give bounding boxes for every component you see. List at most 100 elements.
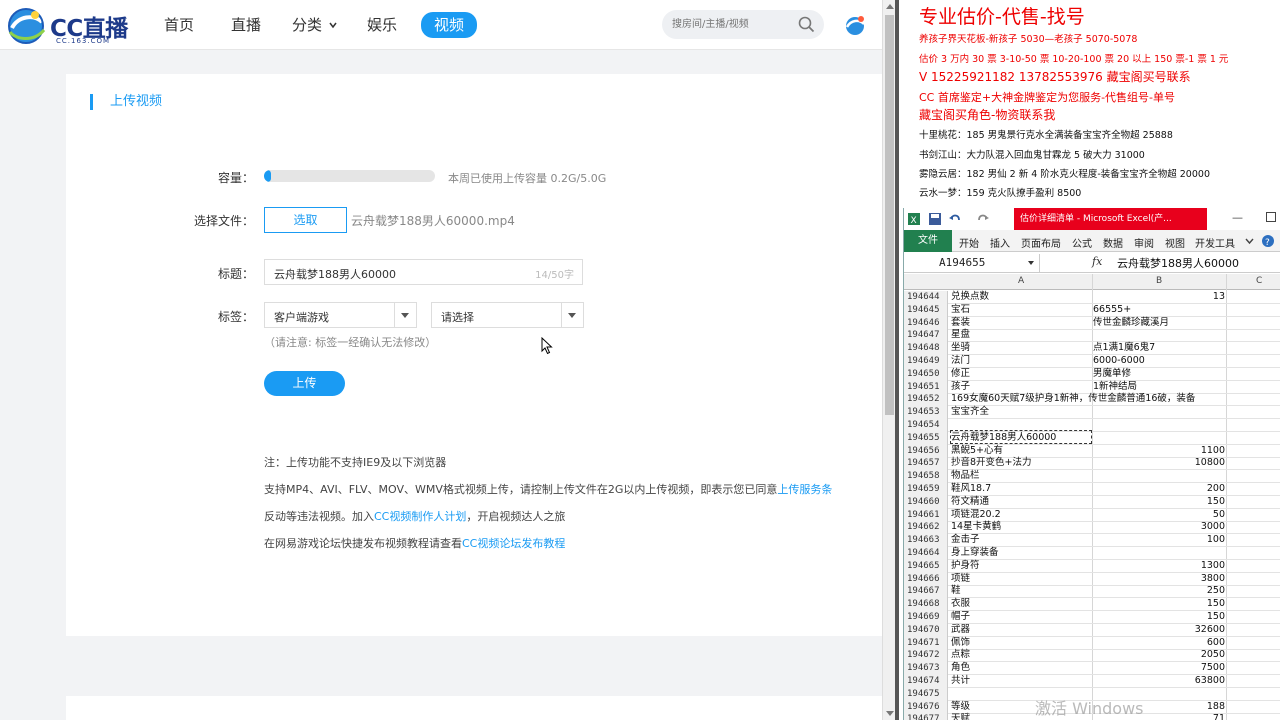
table-row[interactable]: 194671 佩饰 600 [904,636,1280,650]
scroll-up-icon[interactable] [886,4,894,9]
nav-category[interactable]: 分类 [292,14,337,36]
cell-a[interactable]: 金击子 [951,534,980,546]
cell-a[interactable]: 宝宝齐全 [951,406,989,418]
row-number[interactable]: 194671 [904,636,948,650]
cell-b[interactable]: 150 [1093,611,1225,623]
cell-a[interactable]: 套装 [951,317,970,329]
upload-terms-link[interactable]: 上传服务条 [777,483,832,496]
video-title-input[interactable]: 云舟载梦188男人60000 14/50字 [264,259,583,285]
row-number[interactable]: 194655 [904,431,948,445]
cell-a[interactable]: 天赋 [951,713,970,720]
cell-b[interactable]: 3800 [1093,573,1225,585]
table-row[interactable]: 194662 14星卡黄鹤 3000 [904,521,1280,535]
cell-a[interactable]: 法门 [951,355,970,367]
cell-b[interactable]: 6000-6000 [1093,355,1225,367]
row-number[interactable]: 194677 [904,713,948,720]
maximize-icon[interactable] [1266,212,1276,222]
table-row[interactable]: 194645 宝石 66555+ [904,303,1280,317]
search-input[interactable] [672,15,794,34]
cc-logo[interactable]: CC直播 CC.163.COM [6,5,136,45]
cell-b[interactable]: 点1满1魔6鬼7 [1093,342,1225,354]
ribbon-tab-view[interactable]: 视图 [1165,235,1185,250]
cell-a[interactable]: 身上穿装备 [951,547,999,559]
cell-a[interactable]: 项链 [951,573,970,585]
cell-b[interactable]: 1新神结局 [1093,381,1225,393]
table-row[interactable]: 194648 坐骑 点1满1魔6鬼7 [904,342,1280,356]
row-number[interactable]: 194657 [904,457,948,471]
row-number[interactable]: 194651 [904,380,948,394]
table-row[interactable]: 194649 法门 6000-6000 [904,355,1280,368]
row-number[interactable]: 194673 [904,662,948,676]
nav-home[interactable]: 首页 [164,14,194,36]
ribbon-tab-data[interactable]: 数据 [1103,235,1123,250]
row-number[interactable]: 194670 [904,623,948,637]
row-number[interactable]: 194644 [904,291,948,304]
ribbon-collapse-icon[interactable] [1245,237,1254,245]
row-number[interactable]: 194659 [904,483,948,496]
cell-a[interactable]: 抄音8开变色+法力 [951,457,1032,469]
cell-b[interactable]: 200 [1093,483,1225,495]
row-number[interactable]: 194662 [904,521,948,535]
row-number[interactable]: 194669 [904,611,948,624]
row-number[interactable]: 194664 [904,547,948,560]
ribbon-tab-formulas[interactable]: 公式 [1072,235,1092,250]
upload-button[interactable]: 上传 [264,371,345,396]
cell-b[interactable]: 150 [1093,598,1225,610]
column-header-c[interactable]: C [1256,276,1262,286]
cell-a[interactable]: 共计 [951,675,970,687]
table-row[interactable]: 194657 抄音8开变色+法力 10800 [904,457,1280,471]
ribbon-tab-developer[interactable]: 开发工具 [1195,235,1235,250]
search-icon[interactable] [798,16,815,33]
cell-a[interactable]: 鞋风18.7 [951,483,991,495]
tag-select-primary[interactable]: 客户端游戏 [264,302,417,328]
ribbon-tab-file[interactable]: 文件 [904,230,952,252]
table-row[interactable]: 194665 护身符 1300 [904,559,1280,573]
row-number[interactable]: 194660 [904,495,948,509]
cell-a[interactable]: 佩饰 [951,637,970,649]
cell-a[interactable]: 护身符 [951,560,980,572]
table-row[interactable]: 194644 兑换点数 13 [904,291,1280,304]
scrollbar-thumb[interactable] [885,15,894,415]
table-row[interactable]: 194651 孩子 1新神结局 [904,380,1280,394]
table-row[interactable]: 194670 武器 32600 [904,623,1280,637]
row-number[interactable]: 194663 [904,534,948,548]
table-row[interactable]: 194646 套装 传世金麟珍藏溪月 [904,316,1280,330]
row-number[interactable]: 194656 [904,444,948,458]
table-row[interactable]: 194660 符文精通 150 [904,495,1280,509]
cell-b[interactable]: 3000 [1093,521,1225,533]
cell-a[interactable]: 帽子 [951,611,970,623]
cell-a[interactable]: 星盘 [951,329,970,341]
table-row[interactable]: 194666 项链 3800 [904,572,1280,586]
cell-b[interactable]: 1300 [1093,560,1225,572]
cell-a[interactable]: 孩子 [951,381,970,393]
cell-b[interactable]: 100 [1093,534,1225,546]
name-box[interactable]: A194655 [904,254,1040,272]
cell-b[interactable]: 7500 [1093,662,1225,674]
ribbon-tab-insert[interactable]: 插入 [990,235,1010,250]
cell-a[interactable]: 衣服 [951,598,970,610]
column-header-a[interactable]: A [1018,276,1024,286]
tag-select-secondary[interactable]: 请选择 [431,302,584,328]
cell-a[interactable]: 符文精通 [951,496,989,508]
cell-b[interactable]: 250 [1093,585,1225,597]
ribbon-tab-page-layout[interactable]: 页面布局 [1021,235,1061,250]
nav-live[interactable]: 直播 [231,14,261,36]
formula-value[interactable]: 云舟载梦188男人60000 [1117,255,1239,271]
row-number[interactable]: 194675 [904,687,948,701]
cell-a[interactable]: 等级 [951,701,970,713]
table-row[interactable]: 194673 角色 7500 [904,662,1280,676]
row-number[interactable]: 194676 [904,700,948,714]
table-row[interactable]: 194653 宝宝齐全 [904,406,1280,420]
table-row[interactable]: 194663 金击子 100 [904,534,1280,548]
minimize-icon[interactable]: — [1232,211,1243,224]
row-number[interactable]: 194653 [904,406,948,420]
cell-b[interactable]: 2050 [1093,649,1225,661]
scroll-down-icon[interactable] [886,711,894,716]
row-number[interactable]: 194654 [904,419,948,432]
cell-a[interactable]: 武器 [951,624,970,636]
column-header-b[interactable]: B [1156,276,1162,286]
cell-a[interactable]: 169女魔60天赋7级护身1新神，传世金麟普通16破，装备 [951,393,1195,405]
row-number[interactable]: 194666 [904,572,948,586]
row-number[interactable]: 194645 [904,303,948,317]
excel-app-icon[interactable]: X [907,212,921,226]
